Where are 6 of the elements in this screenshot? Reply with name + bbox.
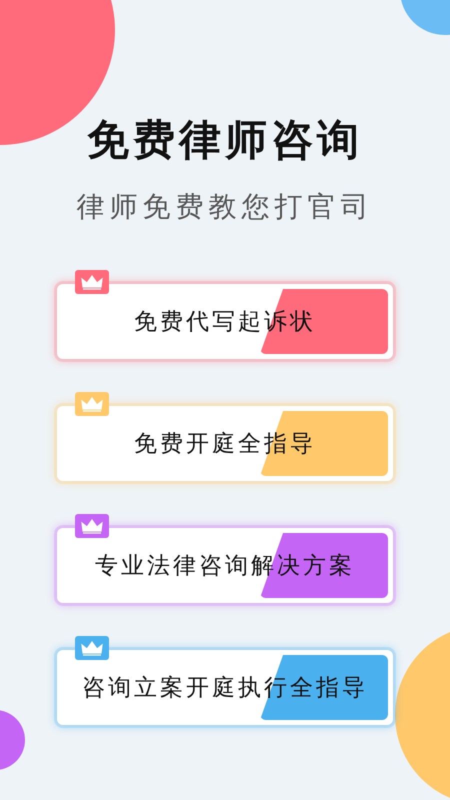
crown-icon bbox=[75, 514, 109, 538]
subtitle: 律师免费教您打官司 bbox=[76, 189, 374, 225]
crown-icon bbox=[75, 270, 109, 294]
crown-icon bbox=[75, 392, 109, 416]
crown-icon bbox=[75, 636, 109, 660]
page-title: 免费律师咨询 bbox=[87, 114, 363, 166]
